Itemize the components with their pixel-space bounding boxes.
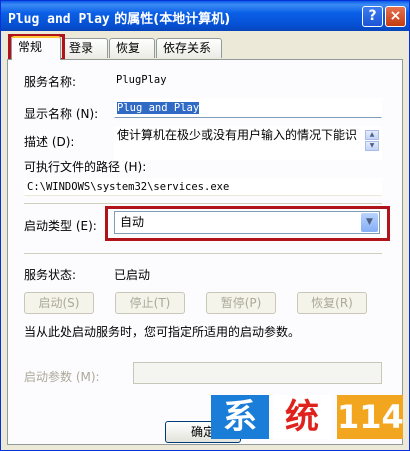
exe-path-field: C:\WINDOWS\system32\services.exe (24, 178, 382, 196)
description-label: 描述 (D): (24, 135, 75, 149)
startup-type-label: 启动类型 (E): (24, 219, 97, 233)
start-params-field[interactable] (133, 362, 382, 384)
display-name-label: 显示名称 (N): (24, 107, 99, 121)
divider (24, 203, 382, 204)
close-button[interactable]: × (385, 6, 406, 27)
divider (24, 253, 382, 254)
help-button[interactable]: ? (362, 6, 383, 27)
title-bar[interactable]: Plug and Play 的属性(本地计算机) ? × (1, 1, 409, 31)
display-name-value: Plug and Play (117, 102, 200, 114)
scroll-down-icon[interactable]: ▼ (365, 141, 379, 151)
description-value: 使计算机在极少或没有用户输入的情况下能识 (117, 128, 358, 142)
hint-text: 当从此处启动服务时，您可指定所适用的启动参数。 (24, 325, 301, 339)
service-status-value: 已启动 (114, 268, 151, 282)
stop-button[interactable]: 停止(T) (115, 292, 185, 314)
window-title: Plug and Play 的属性(本地计算机) (8, 12, 231, 27)
scroll-up-icon[interactable]: ▲ (365, 130, 379, 140)
description-field[interactable]: 使计算机在极少或没有用户输入的情况下能识 ▲ ▼ (114, 126, 382, 160)
watermark-logo-char2: 统 (273, 395, 331, 439)
tab-general[interactable]: 常规 (11, 36, 61, 60)
general-tab-panel: 服务名称: PlugPlay 显示名称 (N): Plug and Play 描… (7, 59, 403, 445)
service-name-value: PlugPlay (116, 74, 167, 86)
pause-button[interactable]: 暂停(P) (206, 292, 276, 314)
resume-button[interactable]: 恢复(R) (297, 292, 367, 314)
properties-dialog: Plug and Play 的属性(本地计算机) ? × 常规 登录 恢复 依存… (0, 0, 410, 451)
exe-path-label: 可执行文件的路径 (H): (24, 160, 147, 174)
tab-strip: 常规 登录 恢复 依存关系 (7, 36, 407, 60)
tab-recovery[interactable]: 恢复 (109, 38, 155, 58)
tab-logon[interactable]: 登录 (62, 38, 108, 58)
start-button[interactable]: 启动(S) (24, 292, 94, 314)
watermark-logo-char1: 系 (211, 395, 269, 439)
display-name-field[interactable]: Plug and Play (114, 98, 382, 118)
highlight-box-startup (105, 206, 390, 241)
service-status-label: 服务状态: (24, 268, 77, 282)
watermark-logo-num: 114 (337, 395, 404, 439)
service-name-label: 服务名称: (24, 75, 77, 89)
start-params-label: 启动参数 (M): (24, 370, 100, 384)
tab-dependencies[interactable]: 依存关系 (156, 38, 222, 58)
